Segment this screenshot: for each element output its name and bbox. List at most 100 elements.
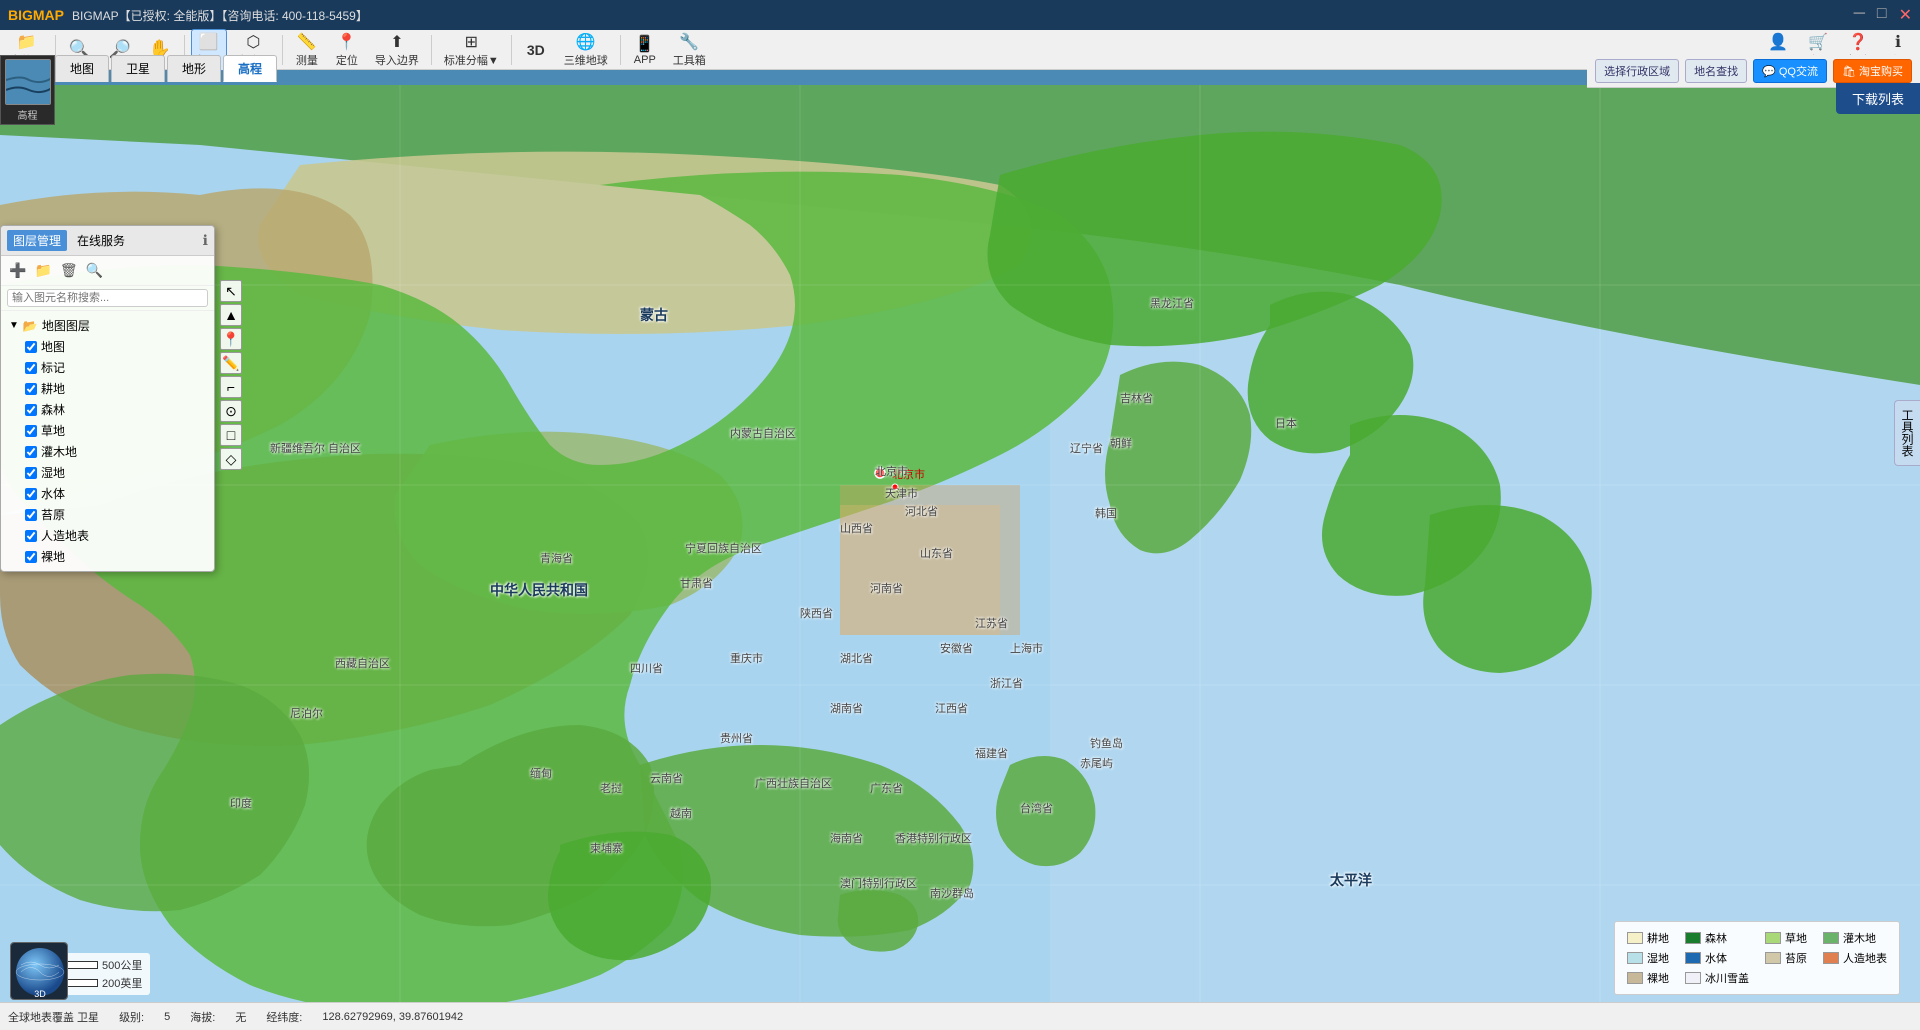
legend-item: 人造地表 [1823,950,1887,966]
layer-search-icon[interactable]: 🔍 [84,260,105,281]
tools-button[interactable]: 🔧 工具箱 [667,30,712,70]
sep3 [282,35,283,65]
layer-item: 标记 [1,357,214,378]
qq-chat-button[interactable]: 💬 QQ交流 [1753,59,1827,83]
layer-name: 标记 [41,359,65,376]
locate-button[interactable]: 📍 定位 [329,30,365,70]
legend-color-box [1627,932,1643,944]
angle-tool[interactable]: ⌐ [220,376,242,398]
map-selector[interactable]: 高程 [0,55,55,125]
legend-item-label: 耕地 [1647,930,1669,946]
layer-checkbox[interactable] [25,341,37,353]
layer-panel-toolbar: ➕ 📁 🗑 🔍 [1,256,214,286]
status-elevation-label: 海拔: [190,1009,215,1025]
layer-item: 地图 [1,336,214,357]
layer-checkbox[interactable] [25,446,37,458]
sep5 [511,35,512,65]
titlebar-title: BIGMAP【已授权: 全能版】【咨询电话: 400-118-5459】 [72,7,368,24]
legend-color-box [1823,932,1839,944]
layer-name: 灌木地 [41,443,77,460]
3d-label: 3D [527,42,545,58]
diamond-tool[interactable]: ◇ [220,448,242,470]
layer-add-icon[interactable]: ➕ [7,260,28,281]
legend-item: 冰川雪盖 [1685,970,1749,986]
admin-select-button[interactable]: 选择行政区域 [1595,59,1679,83]
layer-checkbox[interactable] [25,404,37,416]
import-label: 导入边界 [375,52,419,68]
layer-checkbox[interactable] [25,383,37,395]
edit-tool[interactable]: ✏️ [220,352,242,374]
std-scale-button[interactable]: ⊞ 标准分幅▼ [438,30,505,70]
tab-layer-manager[interactable]: 图层管理 [7,230,67,251]
legend-item-label: 水体 [1705,950,1727,966]
layer-delete-icon[interactable]: 🗑 [58,260,80,281]
map-area[interactable]: 北京市 蒙古中华人民共和国黑龙江省吉林省辽宁省内蒙古自治区新疆维吾尔 自治区北京… [0,85,1920,1030]
layer-item: 苔原 [1,504,214,525]
locate-label: 定位 [336,52,358,68]
layer-item: 草地 [1,420,214,441]
layer-checkbox[interactable] [25,488,37,500]
globe-label: 三维地球 [564,52,608,68]
3d-button[interactable]: 3D [518,40,554,60]
legend-item: 森林 [1685,930,1749,946]
app-button[interactable]: 📱 APP [627,32,663,68]
status-coords: 128.62792969, 39.87601942 [322,1011,463,1023]
download-list-button[interactable]: 下载列表 [1836,83,1920,114]
globe3d-button[interactable]: 🌐 三维地球 [558,30,614,70]
measure-icon: 📏 [297,32,317,52]
layer-search [1,286,214,311]
legend-color-box [1685,952,1701,964]
legend-item: 耕地 [1627,930,1669,946]
status-bar: 全球地表覆盖 卫星 级别: 5 海拔: 无 经纬度: 128.62792969,… [0,1002,1920,1030]
layer-group-map[interactable]: ▼ 📂 地图图层 [1,315,214,336]
map-thumbnail [5,59,51,105]
select-tool[interactable]: ↖ [220,280,242,302]
layer-checkbox[interactable] [25,362,37,374]
layer-panel-header: 图层管理 在线服务 ℹ [1,226,214,256]
legend-item-label: 森林 [1705,930,1727,946]
tab-satellite[interactable]: 卫星 [111,55,165,82]
login-icon: 👤 [1768,32,1788,52]
right-tools-tab[interactable]: 工具列表 [1894,400,1920,466]
circle-tool[interactable]: ⊙ [220,400,242,422]
layer-item: 冰川积雪 [1,567,214,571]
layer-item: 人造地表 [1,525,214,546]
minimize-button[interactable]: ─ [1854,5,1865,25]
layer-checkbox[interactable] [25,530,37,542]
globe-3d-button[interactable]: 3D [10,942,68,1000]
import-border-button[interactable]: ⬆ 导入边界 [369,30,425,70]
tab-elevation[interactable]: 高程 [223,55,277,82]
status-coverage: 全球地表覆盖 卫星 [8,1009,99,1025]
tab-online-service[interactable]: 在线服务 [71,230,131,251]
legend-item: 湿地 [1627,950,1669,966]
maximize-button[interactable]: □ [1877,5,1887,25]
legend-item: 草地 [1765,930,1807,946]
brand-logo: BIGMAP [8,7,64,23]
legend-item-label: 冰川雪盖 [1705,970,1749,986]
folder-icon: 📂 [23,319,38,333]
layer-checkbox[interactable] [25,425,37,437]
tab-terrain[interactable]: 地形 [167,55,221,82]
layer-folder-icon[interactable]: 📁 [32,260,53,281]
pin-tool[interactable]: 📍 [220,328,242,350]
layer-search-input[interactable] [7,289,208,307]
app-label: APP [634,54,656,66]
draw-tools: ↖▲📍✏️⌐⊙□◇ [220,280,242,470]
layer-panel: 图层管理 在线服务 ℹ ➕ 📁 🗑 🔍 ▼ 📂 地图图层 地图标记耕地森林草地灌… [0,225,215,572]
arrow-tool[interactable]: ▲ [220,304,242,326]
layer-checkbox[interactable] [25,467,37,479]
legend-item-label: 灌木地 [1843,930,1876,946]
layer-checkbox[interactable] [25,551,37,563]
tab-map[interactable]: 地图 [55,55,109,82]
close-button[interactable]: ✕ [1899,5,1912,25]
legend-color-box [1685,972,1701,984]
layer-name: 湿地 [41,464,65,481]
std-scale-label: 标准分幅▼ [444,52,499,68]
legend-item-label: 草地 [1785,930,1807,946]
place-search-button[interactable]: 地名查找 [1685,59,1747,83]
layer-checkbox[interactable] [25,509,37,521]
measure-button[interactable]: 📏 测量 [289,30,325,70]
layer-name: 草地 [41,422,65,439]
legend-grid: 耕地森林草地灌木地湿地水体苔原人造地表裸地冰川雪盖 [1627,930,1887,986]
rect-tool[interactable]: □ [220,424,242,446]
